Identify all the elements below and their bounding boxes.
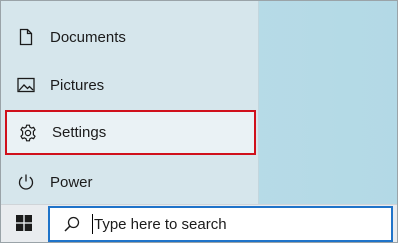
document-icon xyxy=(16,27,36,47)
gear-icon xyxy=(18,123,38,143)
screen: Documents Pictures Settings Power Type h… xyxy=(0,0,398,243)
start-menu-item-documents[interactable]: Documents xyxy=(1,14,258,60)
pictures-icon xyxy=(16,75,36,95)
start-menu-item-power[interactable]: Power xyxy=(1,159,258,205)
start-menu: Documents Pictures Settings Power xyxy=(1,1,259,204)
taskbar: Type here to search xyxy=(1,204,397,242)
start-menu-item-label: Power xyxy=(50,173,93,191)
power-icon xyxy=(16,172,36,192)
search-input[interactable]: Type here to search xyxy=(48,206,393,242)
start-menu-item-settings[interactable]: Settings xyxy=(5,110,256,155)
start-button[interactable] xyxy=(1,205,47,242)
text-caret xyxy=(92,214,93,234)
windows-logo-icon xyxy=(16,214,32,236)
start-menu-item-label: Documents xyxy=(50,28,126,46)
search-placeholder: Type here to search xyxy=(94,215,227,233)
start-menu-item-label: Settings xyxy=(52,124,107,141)
search-icon xyxy=(62,214,82,234)
start-menu-item-pictures[interactable]: Pictures xyxy=(1,62,258,108)
start-menu-item-label: Pictures xyxy=(50,76,105,94)
